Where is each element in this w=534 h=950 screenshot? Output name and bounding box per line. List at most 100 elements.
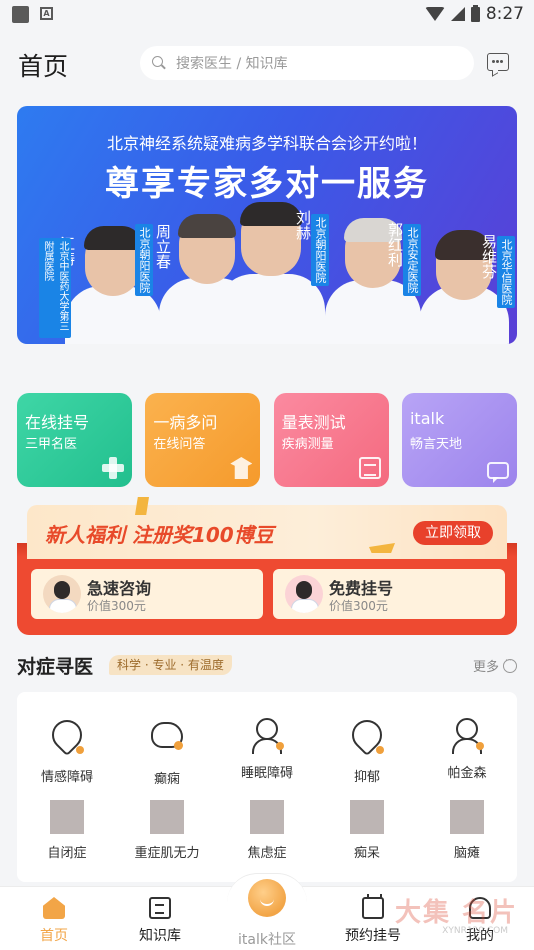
- symptom-parkinson[interactable]: 帕金森: [417, 716, 517, 781]
- symptom-dementia[interactable]: 痴呆: [317, 800, 417, 861]
- dot: [500, 60, 503, 63]
- tile-subtitle: 三甲名医: [25, 437, 78, 452]
- doctor-coat: [217, 274, 325, 344]
- home-icon: [43, 897, 65, 919]
- page-title: 首页: [18, 52, 69, 81]
- book-icon: [149, 897, 171, 919]
- status-bar: A 8:27: [0, 0, 534, 28]
- accent-dot: [276, 742, 284, 750]
- symptom-epilepsy[interactable]: 癫痫: [117, 716, 217, 787]
- banner-subtitle: 北京神经系统疑难病多学科联合会诊开约啦！: [106, 134, 427, 153]
- symptom-sleep-disorder[interactable]: 睡眠障碍: [217, 716, 317, 781]
- header: 首页 搜索医生 / 知识库: [0, 40, 534, 86]
- doctor-avatar: [285, 575, 323, 613]
- symptom-autism[interactable]: 自闭症: [17, 800, 117, 861]
- symptom-label: 抑郁: [353, 770, 380, 785]
- promo-ribbon: 新人福利 注册奖100博豆 立即领取: [27, 505, 507, 559]
- card-subtitle: 价值300元: [329, 599, 388, 613]
- tile-subtitle: 在线问答: [153, 437, 206, 452]
- broken-heart-icon: [45, 713, 89, 758]
- tile-subtitle: 疾病测量: [281, 437, 334, 452]
- accent-dot: [476, 742, 484, 750]
- claim-button[interactable]: 立即领取: [413, 521, 493, 545]
- watermark-url: XYNR120.COM: [442, 926, 508, 936]
- symptom-label: 帕金森: [447, 766, 487, 781]
- symptom-myasthenia-gravis[interactable]: 重症肌无力: [117, 800, 217, 861]
- accent-dot: [76, 746, 84, 754]
- doctor-name: 周立春: [154, 224, 172, 269]
- symptom-label: 自闭症: [47, 846, 87, 861]
- tile-multi-questions[interactable]: 一病多问 在线问答: [145, 393, 261, 487]
- symptom-label: 癫痫: [153, 772, 180, 787]
- symptom-label: 重症肌无力: [134, 846, 200, 861]
- tab-knowledge[interactable]: 知识库: [110, 887, 210, 950]
- message-icon[interactable]: [487, 53, 509, 71]
- keyboard-icon: A: [40, 7, 53, 20]
- calendar-icon: [362, 894, 384, 919]
- symptom-cerebral-palsy[interactable]: 脑瘫: [417, 800, 517, 861]
- symptom-anxiety[interactable]: 焦虑症: [217, 800, 317, 861]
- brain-shape: [151, 722, 183, 750]
- symptom-label: 焦虑症: [247, 846, 287, 861]
- accent-dot: [376, 746, 384, 754]
- tab-home[interactable]: 首页: [4, 887, 104, 950]
- service-tiles: 在线挂号 三甲名医 一病多问 在线问答 量表测试 疾病测量 italk 畅言天地: [17, 393, 517, 487]
- placeholder-icon: [50, 800, 84, 834]
- free-registration-card[interactable]: 免费挂号 价值300元: [273, 569, 505, 619]
- signal-icon: [450, 7, 465, 21]
- quick-consult-card[interactable]: 急速咨询 价值300元: [31, 569, 263, 619]
- wifi-icon: [424, 7, 445, 21]
- placeholder-icon: [350, 800, 384, 834]
- tab-italk[interactable]: italk社区: [217, 887, 317, 950]
- heart-icon: [345, 713, 389, 758]
- tile-italk[interactable]: italk 畅言天地: [401, 393, 517, 487]
- tab-label: italk社区: [238, 932, 296, 948]
- tab-label: 知识库: [139, 928, 181, 944]
- tab-label: 首页: [40, 928, 68, 944]
- battery-icon: [470, 4, 480, 22]
- promo-banner[interactable]: 北京神经系统疑难病多学科联合会诊开约啦！ 尊享专家多对一服务 江涛 北京中医药大…: [17, 106, 517, 344]
- symptom-depression[interactable]: 抑郁: [317, 713, 417, 785]
- symptom-section-header: 对症寻医 科学 · 专业 · 有温度 更多: [17, 652, 517, 678]
- symptom-grid: 情感障碍 癫痫 睡眠障碍 抑郁 帕金森 自闭症 重症肌无力 焦虑症 痴呆 脑瘫: [17, 692, 517, 882]
- search-placeholder: 搜索医生 / 知识库: [176, 56, 288, 72]
- doctor-cap-icon: [230, 457, 253, 479]
- notification-icon: [12, 6, 29, 23]
- promo-text: 新人福利 注册奖100博豆: [45, 523, 274, 547]
- symptom-label: 情感障碍: [40, 770, 93, 785]
- doctor-avatar: [43, 575, 81, 613]
- person-icon: [448, 716, 486, 754]
- symptom-label: 痴呆: [353, 846, 380, 861]
- doctor-hospital: 北京朝阳医院: [135, 224, 153, 296]
- doctor-hair: [84, 226, 142, 250]
- more-label: 更多: [472, 660, 499, 675]
- tile-title: 一病多问: [153, 413, 218, 432]
- tile-subtitle: 畅言天地: [409, 437, 462, 452]
- brain-icon: [148, 722, 186, 760]
- tile-online-registration[interactable]: 在线挂号 三甲名医: [17, 393, 132, 487]
- more-icon: [503, 656, 517, 673]
- symptom-emotional-disorder[interactable]: 情感障碍: [17, 713, 117, 785]
- card-subtitle: 价值300元: [87, 599, 146, 613]
- dot: [492, 60, 495, 63]
- newcomer-promo: 新人福利 注册奖100博豆 立即领取 急速咨询 价值300元 免费挂号 价值30…: [17, 497, 517, 635]
- section-tag: 科学 · 专业 · 有温度: [109, 655, 232, 675]
- placeholder-icon: [250, 800, 284, 834]
- tile-title: 在线挂号: [25, 413, 90, 432]
- doctor-hospital: 北京华信医院: [497, 236, 515, 308]
- placeholder-icon: [450, 800, 484, 834]
- sleep-person-icon: [248, 716, 286, 754]
- placeholder-icon: [150, 800, 184, 834]
- symptom-label: 睡眠障碍: [240, 766, 293, 781]
- tile-title: 量表测试: [281, 413, 346, 432]
- status-right: 8:27: [424, 4, 524, 24]
- card-title: 急速咨询: [87, 579, 152, 598]
- card-title: 免费挂号: [329, 579, 394, 598]
- document-icon: [358, 457, 381, 479]
- doctor-hospital: 北京中医药大学第三附属医院: [39, 238, 71, 338]
- more-link[interactable]: 更多: [473, 656, 517, 675]
- search-input[interactable]: 搜索医生 / 知识库: [140, 46, 474, 80]
- dot: [496, 60, 499, 63]
- medical-cross-icon: [102, 457, 124, 479]
- tile-scale-test[interactable]: 量表测试 疾病测量: [273, 393, 389, 487]
